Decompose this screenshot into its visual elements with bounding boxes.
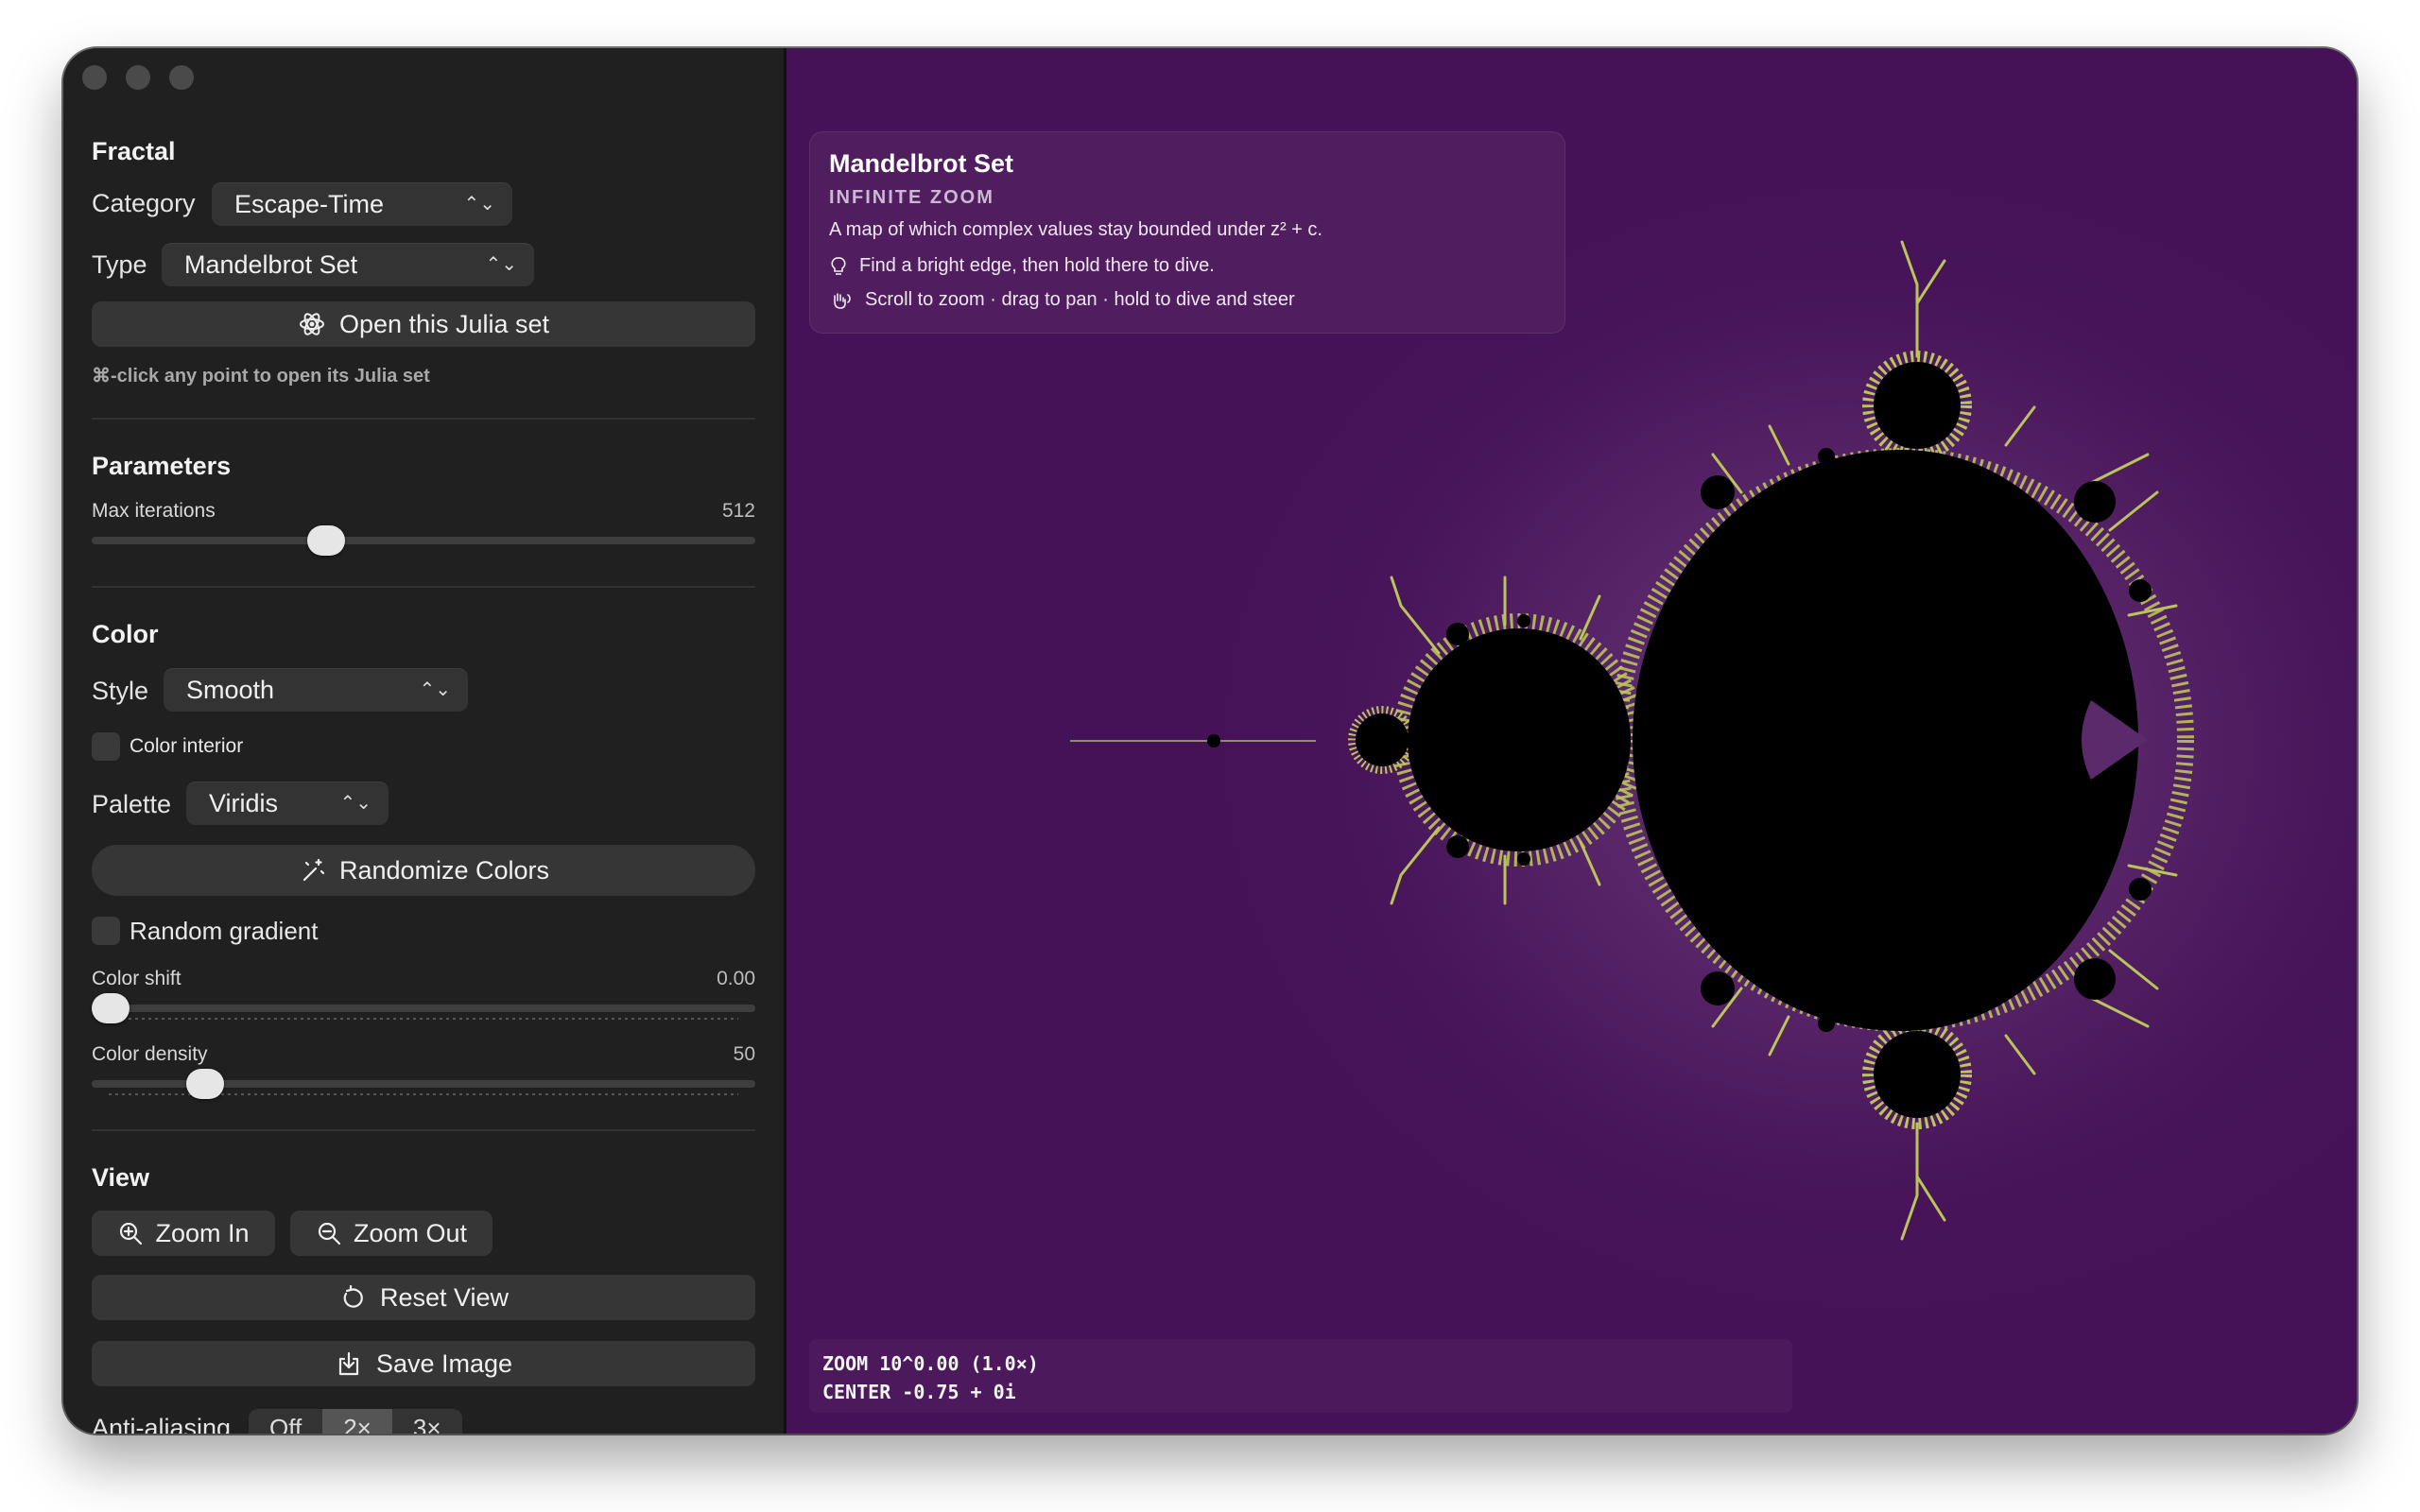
- max-iterations-label: Max iterations: [92, 500, 216, 522]
- category-value: Escape-Time: [234, 190, 385, 218]
- color-density-value: 50: [733, 1043, 755, 1065]
- palette-value: Viridis: [209, 789, 279, 817]
- max-iterations-slider[interactable]: [92, 522, 755, 559]
- sidebar: Fractal Category Escape-Time ⌃⌄ Type Man…: [63, 48, 786, 1434]
- section-title-fractal: Fractal: [92, 137, 176, 165]
- slider-track: [92, 1005, 755, 1012]
- minimize-button[interactable]: [126, 65, 150, 90]
- reset-icon: [338, 1283, 367, 1312]
- save-image-label: Save Image: [375, 1349, 513, 1378]
- zoom-out-icon: [316, 1220, 342, 1246]
- reset-view-label: Reset View: [379, 1282, 510, 1312]
- zoom-in-label: Zoom In: [155, 1218, 250, 1247]
- chevron-updown-icon: ⌃⌄: [485, 254, 517, 275]
- color-density-slider[interactable]: [92, 1065, 755, 1103]
- color-interior-label: Color interior: [130, 735, 244, 757]
- style-select[interactable]: Smooth ⌃⌄: [164, 668, 468, 712]
- status-readout: ZOOM 10^0.00 (1.0×) CENTER -0.75 + 0i: [809, 1339, 1792, 1413]
- zoom-out-button[interactable]: Zoom Out: [290, 1211, 493, 1256]
- color-density-label: Color density: [92, 1043, 208, 1065]
- zoom-readout: ZOOM 10^0.00 (1.0×): [822, 1352, 1039, 1375]
- random-gradient-checkbox[interactable]: [92, 917, 120, 945]
- antialias-off[interactable]: Off: [249, 1409, 322, 1434]
- color-shift-value: 0.00: [717, 968, 755, 989]
- fractal-canvas[interactable]: Mandelbrot Set INFINITE ZOOM A map of wh…: [786, 48, 2357, 1434]
- info-description: A map of which complex values stay bound…: [829, 219, 1322, 240]
- slider-track: [92, 537, 755, 544]
- randomize-colors-button[interactable]: Randomize Colors: [92, 845, 755, 896]
- chevron-updown-icon: ⌃⌄: [339, 793, 372, 814]
- section-title-color: Color: [92, 620, 159, 648]
- app-window: Fractal Category Escape-Time ⌃⌄ Type Man…: [63, 48, 2357, 1434]
- tip-text: Find a bright edge, then hold there to d…: [859, 255, 1215, 276]
- section-title-view: View: [92, 1163, 150, 1192]
- lightbulb-icon: [829, 256, 848, 277]
- divider: [92, 1129, 755, 1131]
- info-card: Mandelbrot Set INFINITE ZOOM A map of wh…: [809, 131, 1565, 334]
- category-select[interactable]: Escape-Time ⌃⌄: [212, 182, 512, 226]
- save-image-button[interactable]: Save Image: [92, 1341, 755, 1386]
- slider-knob[interactable]: [92, 993, 130, 1023]
- atom-icon: [298, 310, 326, 338]
- open-julia-button[interactable]: Open this Julia set: [92, 301, 755, 347]
- antialias-label: Anti-aliasing: [92, 1414, 232, 1434]
- controls-row: Scroll to zoom · drag to pan · hold to d…: [829, 289, 1295, 311]
- palette-select[interactable]: Viridis ⌃⌄: [186, 782, 389, 825]
- type-select[interactable]: Mandelbrot Set ⌃⌄: [162, 243, 534, 286]
- close-button[interactable]: [82, 65, 107, 90]
- chevron-updown-icon: ⌃⌄: [419, 679, 451, 700]
- palette-label: Palette: [92, 790, 172, 818]
- zoom-in-icon: [117, 1220, 144, 1246]
- save-icon: [335, 1349, 363, 1378]
- slider-knob[interactable]: [307, 525, 345, 556]
- style-value: Smooth: [186, 676, 275, 704]
- slider-ticks: [109, 1018, 738, 1020]
- antialias-3x[interactable]: 3×: [392, 1409, 462, 1434]
- style-label: Style: [92, 677, 149, 705]
- reset-view-button[interactable]: Reset View: [92, 1275, 755, 1320]
- color-interior-checkbox[interactable]: [92, 732, 120, 761]
- magic-wand-icon: [298, 856, 326, 885]
- section-title-parameters: Parameters: [92, 452, 232, 480]
- julia-hint: ⌘-click any point to open its Julia set: [92, 366, 430, 387]
- slider-knob[interactable]: [186, 1069, 224, 1099]
- info-subtitle: INFINITE ZOOM: [829, 187, 994, 208]
- color-shift-label: Color shift: [92, 968, 182, 989]
- max-iterations-value: 512: [721, 500, 755, 522]
- zoom-out-label: Zoom Out: [353, 1218, 468, 1247]
- controls-text: Scroll to zoom · drag to pan · hold to d…: [865, 289, 1295, 310]
- window-controls: [82, 65, 194, 90]
- hand-icon: [829, 290, 854, 311]
- antialias-segmented[interactable]: Off 2× 3×: [249, 1409, 462, 1434]
- zoom-in-button[interactable]: Zoom In: [92, 1211, 275, 1256]
- category-label: Category: [92, 189, 196, 217]
- type-label: Type: [92, 250, 147, 279]
- randomize-colors-label: Randomize Colors: [338, 855, 550, 885]
- tip-row: Find a bright edge, then hold there to d…: [829, 255, 1215, 277]
- info-title: Mandelbrot Set: [829, 149, 1014, 178]
- antialias-2x[interactable]: 2×: [322, 1409, 392, 1434]
- open-julia-label: Open this Julia set: [338, 309, 550, 338]
- color-shift-slider[interactable]: [92, 989, 755, 1027]
- random-gradient-label: Random gradient: [130, 917, 319, 945]
- zoom-button[interactable]: [169, 65, 194, 90]
- divider: [92, 586, 755, 588]
- type-value: Mandelbrot Set: [184, 250, 358, 279]
- divider: [92, 418, 755, 420]
- center-readout: CENTER -0.75 + 0i: [822, 1381, 1016, 1403]
- chevron-updown-icon: ⌃⌄: [463, 194, 495, 215]
